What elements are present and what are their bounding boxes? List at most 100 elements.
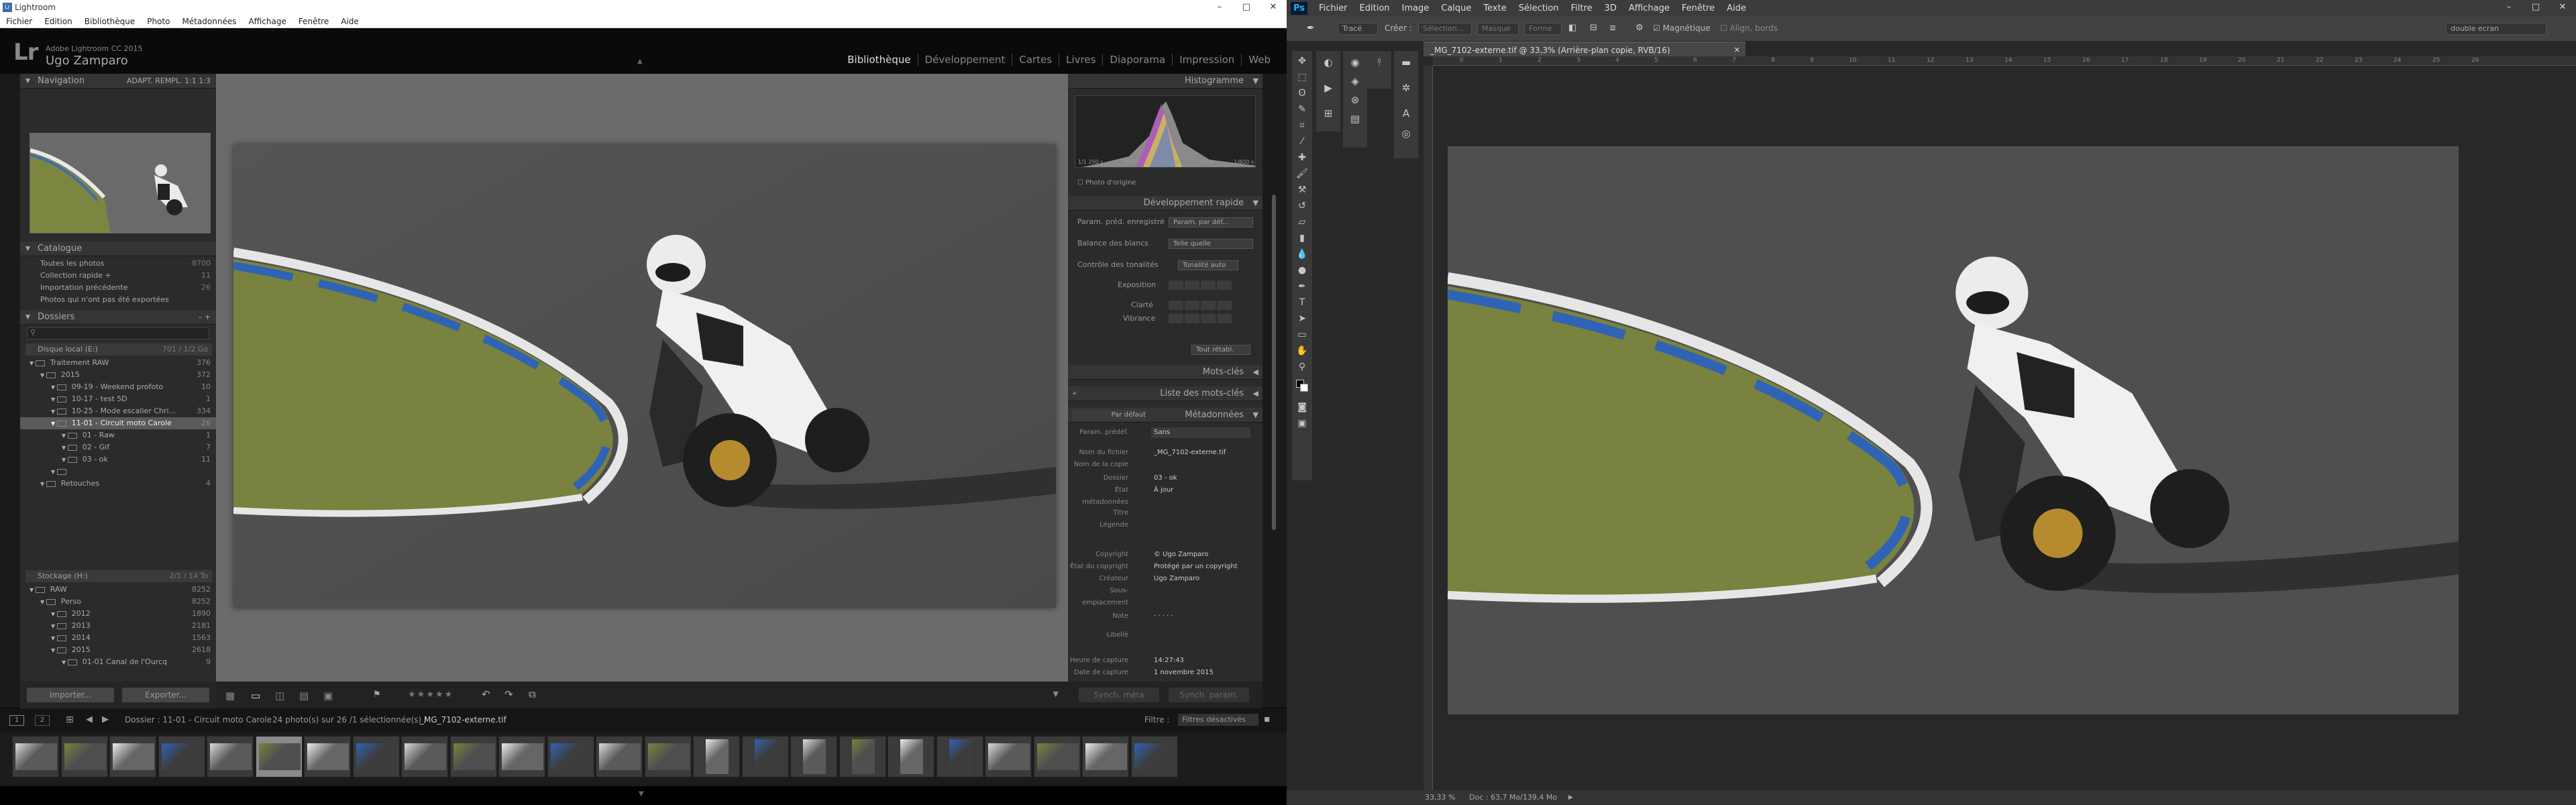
settings-gear-icon[interactable]: ⚙ — [1635, 23, 1644, 33]
filmstrip-thumbnail[interactable] — [985, 736, 1032, 777]
disclosure-triangle-icon[interactable]: ▼ — [30, 587, 36, 593]
histogram-header[interactable]: Histogramme ▼ — [1068, 74, 1264, 89]
catalog-item[interactable]: Toutes les photos 8700 — [20, 258, 216, 270]
brush-panel-icon[interactable]: ⫯ — [1372, 55, 1387, 70]
right-panel-scrollbar[interactable] — [1263, 74, 1287, 708]
shape-button[interactable]: Forme — [1524, 23, 1562, 35]
compare-view-icon[interactable]: ◫ — [275, 690, 284, 702]
filmstrip-thumbnail[interactable] — [790, 736, 837, 777]
menu-photo[interactable]: Photo — [141, 17, 176, 26]
vibrance-buttons[interactable] — [1169, 314, 1232, 323]
zoom-level[interactable]: 33,33 % — [1425, 790, 1455, 805]
folder-row[interactable]: ▼ 2012 1890 — [20, 608, 216, 620]
catalog-item[interactable]: Importation précédente 26 — [20, 282, 216, 294]
filmstrip-thumbnail[interactable] — [401, 736, 448, 777]
folder-row[interactable]: ▼ Retouches 4 — [20, 478, 216, 490]
history-brush-tool-icon[interactable]: ↺ — [1295, 199, 1309, 213]
star-rating-icon[interactable]: ★★★★★ — [408, 690, 453, 700]
filmstrip-source[interactable]: Dossier : 11-01 - Circuit moto Carole — [125, 715, 272, 724]
filmstrip-thumbnail[interactable] — [741, 736, 789, 777]
ps-menu-3d[interactable]: 3D — [1599, 3, 1623, 13]
main-photo[interactable] — [233, 145, 1056, 608]
lasso-tool-icon[interactable]: ʘ — [1295, 86, 1309, 101]
filmstrip-thumbnail[interactable] — [12, 736, 59, 777]
loupe-view-icon[interactable]: ▭ — [251, 690, 260, 702]
filmstrip-thumbnail[interactable] — [449, 736, 497, 777]
tool-mode-select[interactable]: Tracé — [1338, 23, 1378, 35]
metadata-value[interactable]: Protégé par un copyright — [1154, 561, 1238, 573]
sync-metadata-button[interactable]: Synch. méta — [1079, 688, 1159, 702]
move-tool-icon[interactable]: ✥ — [1295, 54, 1309, 68]
disclosure-triangle-icon[interactable]: ▼ — [30, 360, 36, 366]
folder-row[interactable]: ▼ 2015 2618 — [20, 644, 216, 656]
close-tab-icon[interactable]: ✕ — [1734, 43, 1740, 58]
status-menu-icon[interactable]: ▶ — [1568, 790, 1573, 805]
document-tab[interactable]: _MG_7102-externe.tif @ 33,3% (Arrière-pl… — [1424, 42, 1746, 56]
flag-icon[interactable]: ⚑ — [373, 690, 381, 700]
ps-menu-filtre[interactable]: Filtre — [1565, 3, 1599, 13]
metadata-header[interactable]: Par défaut Métadonnées ▼ — [1068, 408, 1264, 423]
shape-tool-icon[interactable]: ▭ — [1295, 327, 1309, 342]
folder-row[interactable]: ▼ 2014 1563 — [20, 632, 216, 644]
volume-row[interactable]: Stockage (H:) 2/1 / 14 To — [25, 570, 212, 582]
disclosure-triangle-icon[interactable]: ▼ — [51, 421, 57, 427]
saved-preset-select[interactable]: Param. par déf... — [1169, 217, 1253, 227]
folder-row[interactable]: ▼ 01 - Raw 1 — [20, 429, 216, 441]
filmstrip-thumbnail[interactable] — [839, 736, 886, 777]
filter-lock-icon[interactable]: ▪ — [1264, 714, 1271, 724]
previous-icon[interactable]: ◀ — [86, 714, 93, 724]
paths-panel-icon[interactable]: ▤ — [1348, 111, 1362, 126]
ps-menu-aide[interactable]: Aide — [1721, 3, 1752, 13]
channels-panel-icon[interactable]: ⊛ — [1348, 93, 1362, 107]
screen-mode-icon[interactable]: ▣ — [1295, 416, 1309, 431]
quick-mask-icon[interactable]: ◙ — [1295, 400, 1309, 415]
filmstrip-thumbnail[interactable] — [158, 736, 205, 777]
disclosure-triangle-icon[interactable]: ▼ — [51, 623, 57, 629]
quick-selection-tool-icon[interactable]: ✎ — [1295, 102, 1309, 117]
pen-tool-icon[interactable]: ✒ — [1307, 23, 1315, 34]
play-action-icon[interactable]: ▶ — [1321, 80, 1336, 95]
menu-aide[interactable]: Aide — [335, 17, 365, 26]
filmstrip-thumbnail[interactable] — [60, 736, 108, 777]
folder-row[interactable]: ▼ 09-19 - Weekend profoto 10 — [20, 381, 216, 393]
gradient-tool-icon[interactable]: ▮ — [1295, 231, 1309, 246]
disclosure-triangle-icon[interactable]: ▼ — [51, 647, 57, 653]
histogram[interactable]: 1/1 250 s f/5,6 ISO 100 f/2,8 1/800 s — [1075, 95, 1256, 168]
dodge-tool-icon[interactable]: ● — [1295, 263, 1309, 278]
menu-fichier[interactable]: Fichier — [0, 17, 38, 26]
crop-tool-icon[interactable]: ⌗ — [1295, 118, 1309, 133]
zoom-tool-icon[interactable]: ⚲ — [1295, 360, 1309, 374]
disclosure-triangle-icon[interactable]: ▼ — [62, 433, 68, 439]
folder-row[interactable]: ▼ Traitement RAW 376 — [20, 357, 216, 369]
filmstrip-thumbnail[interactable] — [304, 736, 351, 777]
module-diaporama[interactable]: Diaporama — [1102, 54, 1172, 66]
folder-row[interactable]: ▼ — [20, 466, 216, 478]
metadata-value[interactable]: 1 novembre 2015 — [1154, 667, 1214, 679]
marquee-tool-icon[interactable]: ⬚ — [1295, 70, 1309, 85]
character-panel-icon[interactable]: A — [1399, 106, 1413, 121]
reset-all-button[interactable]: Tout rétabl. — [1191, 345, 1250, 355]
module-web[interactable]: Web — [1241, 54, 1277, 66]
folder-row[interactable]: ▼ 2013 2181 — [20, 620, 216, 632]
metadata-value[interactable]: © Ugo Zamparo — [1154, 549, 1208, 561]
quick-develop-header[interactable]: Développement rapide ▼ — [1068, 196, 1264, 211]
filmstrip-thumbnail[interactable] — [498, 736, 545, 777]
export-button[interactable]: Exporter... — [122, 688, 209, 702]
layers-panel-icon[interactable]: ◈ — [1348, 74, 1362, 89]
minimize-icon[interactable]: – — [1206, 0, 1233, 15]
disclosure-triangle-icon[interactable]: ▼ — [51, 384, 57, 390]
disclosure-triangle-icon[interactable]: ▼ — [62, 659, 68, 665]
canvas-photo[interactable] — [1448, 146, 2459, 714]
sync-settings-button[interactable]: Synch. param. — [1169, 688, 1249, 702]
folder-row[interactable]: ▼ RAW 8252 — [20, 584, 216, 596]
ps-menu-fenetre[interactable]: Fenêtre — [1676, 3, 1721, 13]
module-developpement[interactable]: Développement — [917, 54, 1012, 66]
folder-row[interactable]: ▼ 2015 372 — [20, 369, 216, 381]
left-panel-edge[interactable] — [0, 74, 20, 708]
import-button[interactable]: Importer... — [27, 688, 114, 702]
ps-menu-texte[interactable]: Texte — [1477, 3, 1512, 13]
auto-tone-button[interactable]: Tonalité auto — [1178, 260, 1238, 270]
color-swatches-icon[interactable] — [1295, 378, 1309, 393]
exposure-buttons[interactable] — [1169, 280, 1232, 290]
module-livres[interactable]: Livres — [1059, 54, 1102, 66]
